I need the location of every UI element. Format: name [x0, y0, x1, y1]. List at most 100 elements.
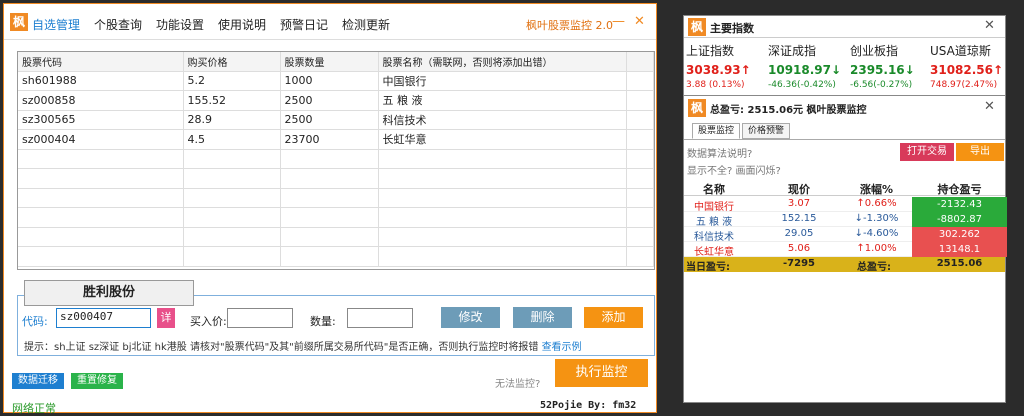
table-row-empty: [18, 207, 654, 228]
data-migrate-button[interactable]: 数据迁移: [12, 373, 64, 389]
tab-price-alert[interactable]: 价格预警: [742, 123, 790, 139]
col-header-price[interactable]: 购买价格: [183, 52, 281, 72]
stock-change: ↓-4.60%: [844, 228, 909, 239]
code-label: 代码:: [22, 315, 48, 328]
cell-price[interactable]: 5.2: [183, 71, 281, 91]
detail-button[interactable]: 详: [157, 308, 175, 328]
stock-change-value: -1.30%: [863, 213, 899, 224]
cell-price[interactable]: 155.52: [183, 90, 281, 111]
buy-price-input[interactable]: [227, 308, 293, 328]
total-pnl-title: 总盈亏: 2515.06元 枫叶股票监控: [710, 101, 867, 116]
index-change: 748.97(2.47%): [930, 80, 998, 90]
table-row[interactable]: sz000404 4.5 23700 长虹华意: [18, 129, 654, 150]
cell-qty[interactable]: 2500: [280, 110, 379, 130]
monitor-app-name: 枫叶股票监控: [806, 105, 867, 116]
trend-arrow-icon: ↓: [854, 213, 863, 224]
modify-button[interactable]: 修改: [441, 307, 500, 328]
col-header-qty[interactable]: 股票数量: [280, 52, 379, 72]
index-cell: USA道琼斯 31082.56↑ 748.97(2.47%): [930, 42, 1010, 90]
maple-logo-icon: 枫: [10, 13, 28, 31]
menu-stock-query[interactable]: 个股查询: [94, 16, 142, 33]
menu-alert-log[interactable]: 预警日记: [280, 16, 328, 33]
cell-name[interactable]: 科信技术: [378, 110, 627, 130]
total-pnl-label: 总盈亏:: [710, 105, 744, 116]
stock-name: 中国银行: [694, 202, 734, 213]
view-example-link[interactable]: 查看示例: [542, 342, 582, 353]
stock-price: 5.06: [787, 243, 811, 254]
trend-arrow-icon: ↓: [904, 63, 915, 77]
index-value-number: 2395.16: [850, 63, 905, 77]
stock-change: ↓-1.30%: [844, 213, 909, 224]
menu-settings[interactable]: 功能设置: [156, 16, 204, 33]
qty-label: 数量:: [310, 315, 336, 328]
cell-qty[interactable]: 1000: [280, 71, 379, 91]
menu-check-update[interactable]: 检测更新: [342, 16, 390, 33]
monitor-window: 枫 总盈亏: 2515.06元 枫叶股票监控 ✕ 股票监控 价格预警 数据算法说…: [683, 95, 1007, 403]
cell-qty[interactable]: 2500: [280, 90, 379, 111]
qty-input[interactable]: [347, 308, 413, 328]
close-icon[interactable]: ✕: [984, 18, 995, 33]
cell-code[interactable]: sz000404: [18, 129, 184, 150]
tab-stock-monitor[interactable]: 股票监控: [692, 123, 740, 139]
stock-change-value: 0.66%: [864, 198, 897, 209]
window-title: 枫叶股票监控 2.0: [526, 19, 613, 32]
table-row[interactable]: sz300565 28.9 2500 科信技术: [18, 110, 654, 130]
add-button[interactable]: 添加: [584, 307, 643, 328]
index-value: 3038.93↑: [686, 63, 766, 77]
col-header-name[interactable]: 股票名称（需联网，否则将添加出错）: [378, 52, 627, 72]
cell-code[interactable]: sz000858: [18, 90, 184, 111]
index-value: 2395.16↓: [850, 63, 930, 77]
minimize-icon[interactable]: —: [612, 14, 625, 29]
stock-price: 152.15: [781, 213, 817, 224]
export-button[interactable]: 导出: [956, 143, 1004, 161]
group-tab-button[interactable]: 胜利股份: [24, 280, 194, 306]
cell-price[interactable]: 28.9: [183, 110, 281, 130]
col-header-code[interactable]: 股票代码: [18, 52, 184, 72]
stock-change-value: 1.00%: [864, 243, 897, 254]
close-icon[interactable]: ✕: [984, 99, 995, 114]
stock-pnl: 13148.1: [912, 242, 1007, 257]
cell-code[interactable]: sz300565: [18, 110, 184, 130]
algorithm-help-link[interactable]: 数据算法说明?: [687, 145, 752, 160]
watchlist-grid[interactable]: 股票代码 购买价格 股票数量 股票名称（需联网，否则将添加出错） sh60198…: [17, 51, 655, 270]
total-pnl-summary-label: 总盈亏:: [857, 262, 891, 273]
maple-logo-icon: 枫: [688, 99, 706, 117]
table-row[interactable]: 长虹华意 5.06 ↑1.00% 13148.1: [684, 242, 1007, 258]
cell-name[interactable]: 长虹华意: [378, 129, 627, 150]
index-window: 枫 主要指数 ✕ 上证指数 3038.93↑ 3.88 (0.13%) 深证成指 109…: [683, 15, 1006, 100]
trend-arrow-icon: ↓: [831, 63, 842, 77]
table-row[interactable]: sh601988 5.2 1000 中国银行: [18, 71, 654, 91]
open-trade-button[interactable]: 打开交易: [900, 143, 954, 161]
display-help-link[interactable]: 显示不全? 画面闪烁?: [687, 162, 781, 177]
index-value: 10918.97↓: [768, 63, 848, 77]
index-window-title: 主要指数: [710, 22, 754, 35]
table-row-empty: [18, 246, 654, 267]
menu-watchlist[interactable]: 自选管理: [32, 16, 80, 33]
stock-price: 3.07: [787, 198, 811, 209]
cell-code[interactable]: sh601988: [18, 71, 184, 91]
cell-name[interactable]: 五 粮 液: [378, 90, 627, 111]
close-icon[interactable]: ✕: [634, 14, 645, 29]
total-pnl-amount: 2515.06元: [747, 105, 804, 116]
monitor-header-row: 名称 现价 涨幅% 持仓盈亏: [684, 180, 1005, 196]
code-input[interactable]: sz000407: [56, 308, 151, 328]
table-row[interactable]: 五 粮 液 152.15 ↓-1.30% -8802.87: [684, 212, 1007, 228]
cell-name[interactable]: 中国银行: [378, 71, 627, 91]
menu-help[interactable]: 使用说明: [218, 16, 266, 33]
table-row[interactable]: 中国银行 3.07 ↑0.66% -2132.43: [684, 197, 1007, 213]
col-header-price: 现价: [788, 183, 810, 196]
index-change: 3.88 (0.13%): [686, 80, 745, 90]
reset-repair-button[interactable]: 重置修复: [71, 373, 123, 389]
cell-price[interactable]: 4.5: [183, 129, 281, 150]
table-row[interactable]: 科信技术 29.05 ↓-4.60% 302.262: [684, 227, 1007, 243]
stock-name: 长虹华意: [694, 247, 734, 258]
cell-qty[interactable]: 23700: [280, 129, 379, 150]
cannot-monitor-link[interactable]: 无法监控?: [495, 375, 540, 390]
network-status: 网络正常: [12, 402, 56, 415]
daily-pnl-label: 当日盈亏:: [686, 262, 730, 273]
stock-pnl: -8802.87: [912, 212, 1007, 227]
credit-text: 52Pojie By: fm32: [540, 400, 637, 411]
run-monitor-button[interactable]: 执行监控: [555, 359, 648, 387]
table-row[interactable]: sz000858 155.52 2500 五 粮 液: [18, 90, 654, 111]
delete-button[interactable]: 删除: [513, 307, 572, 328]
